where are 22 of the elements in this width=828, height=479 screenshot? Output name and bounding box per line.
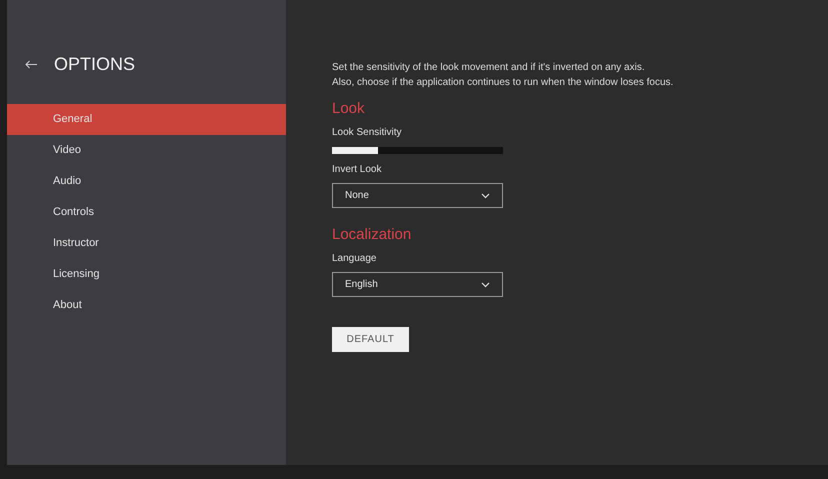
- default-button[interactable]: DEFAULT: [332, 327, 409, 352]
- field-label: Invert Look: [332, 163, 382, 177]
- dropdown[interactable]: None: [332, 183, 503, 208]
- description-text: Also, choose if the application continues to run when the window loses focus.: [332, 76, 674, 90]
- sidebar-item[interactable]: General: [7, 104, 286, 135]
- back-arrow-icon[interactable]: [25, 60, 38, 68]
- section-heading: Look: [332, 99, 366, 119]
- sidebar-item[interactable]: Instructor: [7, 228, 286, 259]
- options-title: OPTIONS: [54, 53, 136, 75]
- chevron-down-icon: [481, 192, 490, 198]
- sidebar-item[interactable]: Licensing: [7, 259, 286, 290]
- chevron-down-icon: [481, 282, 490, 288]
- slider-track[interactable]: [332, 147, 503, 154]
- dropdown[interactable]: English: [332, 272, 503, 297]
- description-text: Set the sensitivity of the look movement and if it's inverted on any axis.: [332, 61, 646, 75]
- sidebar-item[interactable]: Controls: [7, 197, 286, 228]
- sidebar-item[interactable]: Video: [7, 135, 286, 166]
- field-label: Language: [332, 252, 378, 266]
- sidebar-item[interactable]: Audio: [7, 166, 286, 197]
- sidebar-item[interactable]: About: [7, 290, 286, 321]
- field-label: Look Sensitivity: [332, 126, 402, 140]
- section-heading: Localization: [332, 225, 412, 245]
